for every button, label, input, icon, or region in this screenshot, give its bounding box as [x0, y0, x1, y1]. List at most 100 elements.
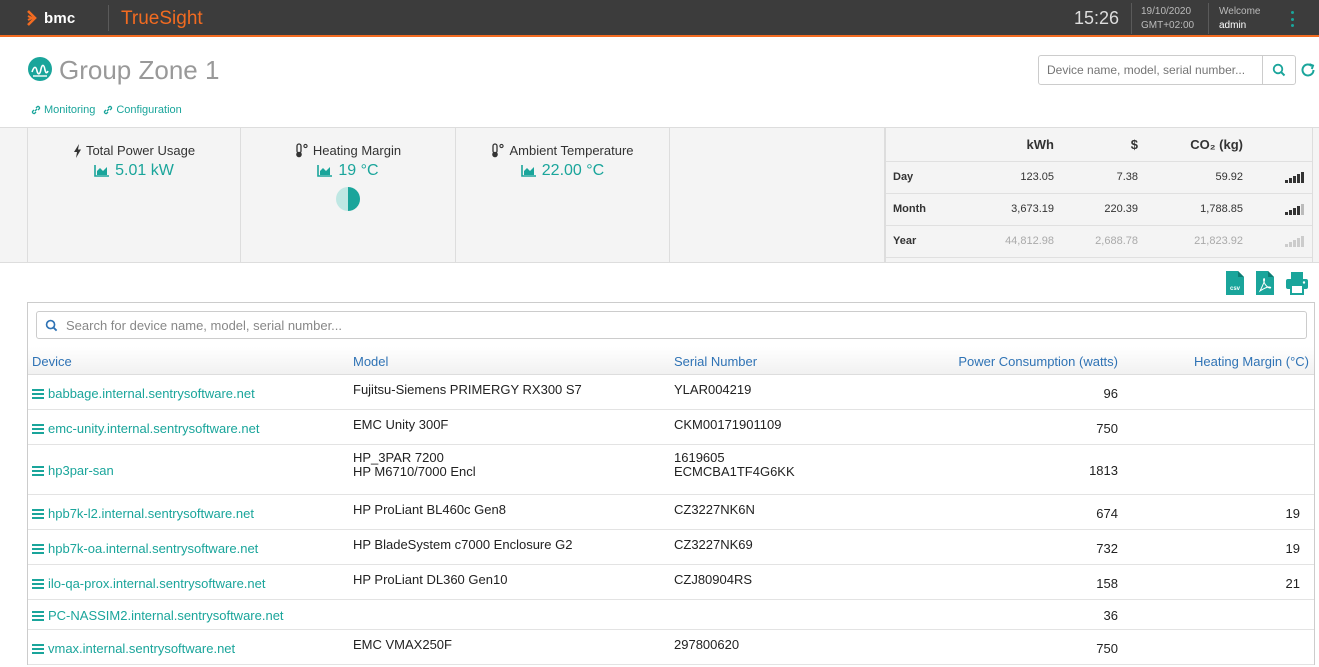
device-name: babbage.internal.sentrysoftware.net — [48, 386, 255, 401]
kebab-menu-icon[interactable] — [1289, 11, 1295, 27]
bmc-logo[interactable]: bmc — [26, 7, 75, 29]
serial-cell: YLAR004219 — [674, 383, 751, 397]
column-model[interactable]: Model — [353, 354, 388, 369]
energy-cost-table: kWh $ CO₂ (kg) Day 123.05 7.38 59.92 Mon… — [885, 128, 1313, 263]
power-usage-value[interactable]: 5.01 kW — [115, 162, 174, 180]
device-link[interactable]: hpb7k-l2.internal.sentrysoftware.net — [32, 506, 254, 521]
power-cell: 674 — [1096, 506, 1118, 521]
heating-cell: 19 — [1285, 506, 1300, 521]
ambient-temperature-value[interactable]: 22.00 °C — [542, 162, 604, 180]
model-text: HP ProLiant DL360 Gen10 — [353, 572, 508, 587]
server-icon — [32, 610, 44, 621]
serial-text: YLAR004219 — [674, 382, 752, 397]
table-row: ilo-qa-prox.internal.sentrysoftware.net H… — [28, 565, 1314, 600]
thermometer-icon — [492, 143, 505, 158]
model-text: HP BladeSystem c7000 Enclosure G2 — [353, 537, 573, 552]
username: admin — [1219, 20, 1247, 31]
power-cell: 750 — [1096, 421, 1118, 436]
column-heating[interactable]: Heating Margin (°C) — [1194, 354, 1309, 369]
device-link[interactable]: PC-NASSIM2.internal.sentrysoftware.net — [32, 608, 284, 623]
column-power[interactable]: Power Consumption (watts) — [958, 354, 1118, 369]
divider — [1208, 3, 1209, 34]
serial-text: CZ3227NK6N — [674, 502, 755, 517]
server-icon — [32, 423, 44, 434]
device-link[interactable]: hpb7k-oa.internal.sentrysoftware.net — [32, 541, 258, 556]
user-block[interactable]: Welcome admin — [1219, 5, 1261, 33]
device-name: emc-unity.internal.sentrysoftware.net — [48, 421, 260, 436]
model-cell: HP BladeSystem c7000 Enclosure G2 — [353, 538, 572, 552]
model-text: HP_3PAR 7200 — [353, 450, 444, 465]
date-block: 19/10/2020 GMT+02:00 — [1141, 5, 1194, 33]
ambient-temperature-card: Ambient Temperature 22.00 °C — [456, 128, 670, 263]
device-table-panel: Search for device name, model, serial nu… — [27, 302, 1315, 665]
print-icon[interactable] — [1285, 271, 1309, 295]
serial-text: 1619605 — [674, 450, 725, 465]
refresh-icon[interactable] — [1299, 61, 1317, 79]
device-link[interactable]: babbage.internal.sentrysoftware.net — [32, 386, 255, 401]
device-table-search[interactable]: Search for device name, model, serial nu… — [36, 311, 1307, 339]
heating-cell: 19 — [1285, 541, 1300, 556]
device-name: hpb7k-oa.internal.sentrysoftware.net — [48, 541, 259, 556]
energy-row-month: Month 3,673.19 220.39 1,788.85 — [886, 193, 1312, 226]
power-cell: 750 — [1096, 641, 1118, 656]
model-cell: HP ProLiant DL360 Gen10 — [353, 573, 507, 587]
search-button[interactable] — [1262, 55, 1296, 85]
heating-margin-pie — [336, 187, 360, 211]
monitoring-link-label: Monitoring — [44, 104, 96, 116]
serial-text: CKM00171901109 — [674, 417, 782, 432]
device-link[interactable]: ilo-qa-prox.internal.sentrysoftware.net — [32, 576, 266, 591]
server-icon — [32, 578, 44, 589]
power-usage-card: Total Power Usage 5.01 kW — [27, 128, 241, 263]
svg-text:csv: csv — [1230, 286, 1241, 292]
configuration-link[interactable]: Configuration — [103, 104, 182, 116]
cost-header: $ — [1054, 128, 1138, 162]
csv-export-icon[interactable]: csv — [1225, 271, 1245, 295]
serial-cell: CZJ80904RS — [674, 573, 752, 587]
pie-slice — [348, 187, 360, 211]
summary-panel: Total Power Usage 5.01 kW Heating Margin… — [0, 127, 1319, 263]
device-name: vmax.internal.sentrysoftware.net — [48, 641, 236, 656]
heating-margin-value[interactable]: 19 °C — [338, 162, 378, 180]
search-icon — [1272, 63, 1286, 77]
lightning-icon — [73, 143, 81, 158]
serial-text: 297800620 — [674, 637, 740, 652]
model-cell: EMC Unity 300F — [353, 418, 448, 432]
table-row: PC-NASSIM2.internal.sentrysoftware.net 36 — [28, 600, 1314, 630]
device-link[interactable]: emc-unity.internal.sentrysoftware.net — [32, 421, 259, 436]
power-cell: 96 — [1103, 386, 1118, 401]
power-cell: 732 — [1096, 541, 1118, 556]
divider — [108, 5, 109, 31]
table-header: Device Model Serial Number Power Consump… — [28, 347, 1314, 375]
power-cell: 36 — [1103, 608, 1118, 623]
serial-cell: CZ3227NK6N — [674, 503, 755, 517]
serial-cell: CZ3227NK69 — [674, 538, 753, 552]
device-link[interactable]: hp3par-san — [32, 463, 114, 478]
device-name: hp3par-san — [48, 463, 114, 478]
heating-cell: 21 — [1285, 576, 1300, 591]
device-search-input[interactable] — [1038, 55, 1263, 85]
signal-bars-icon — [1285, 203, 1304, 215]
link-icon — [104, 105, 113, 115]
monitoring-link[interactable]: Monitoring — [31, 104, 95, 116]
serial-text: CZJ80904RS — [674, 572, 753, 587]
brand-name: bmc — [44, 9, 76, 27]
model-text: HP M6710/7000 Encl — [353, 464, 476, 479]
pdf-export-icon[interactable] — [1255, 271, 1275, 295]
serial-text: ECMCBA1TF4G6KK — [674, 464, 795, 479]
clock: 15:26 — [1074, 8, 1120, 28]
power-cell: 158 — [1096, 576, 1118, 591]
heating-margin-label: Heating Margin — [312, 143, 402, 158]
area-chart-icon — [317, 165, 333, 177]
serial-cell: 1619605 ECMCBA1TF4G6KK — [674, 451, 795, 479]
column-serial[interactable]: Serial Number — [674, 354, 757, 369]
table-row: babbage.internal.sentrysoftware.net Fujit… — [28, 375, 1314, 410]
column-device[interactable]: Device — [32, 354, 72, 369]
power-cell: 1813 — [1089, 463, 1118, 478]
configuration-link-label: Configuration — [116, 104, 182, 116]
product-name[interactable]: TrueSight — [121, 8, 203, 30]
serial-text: CZ3227NK69 — [674, 537, 753, 552]
device-link[interactable]: vmax.internal.sentrysoftware.net — [32, 641, 235, 656]
energy-row-day: Day 123.05 7.38 59.92 — [886, 161, 1312, 194]
energy-row-year: Year 44,812.98 2,688.78 21,823.92 — [886, 225, 1312, 258]
server-icon — [32, 543, 44, 554]
